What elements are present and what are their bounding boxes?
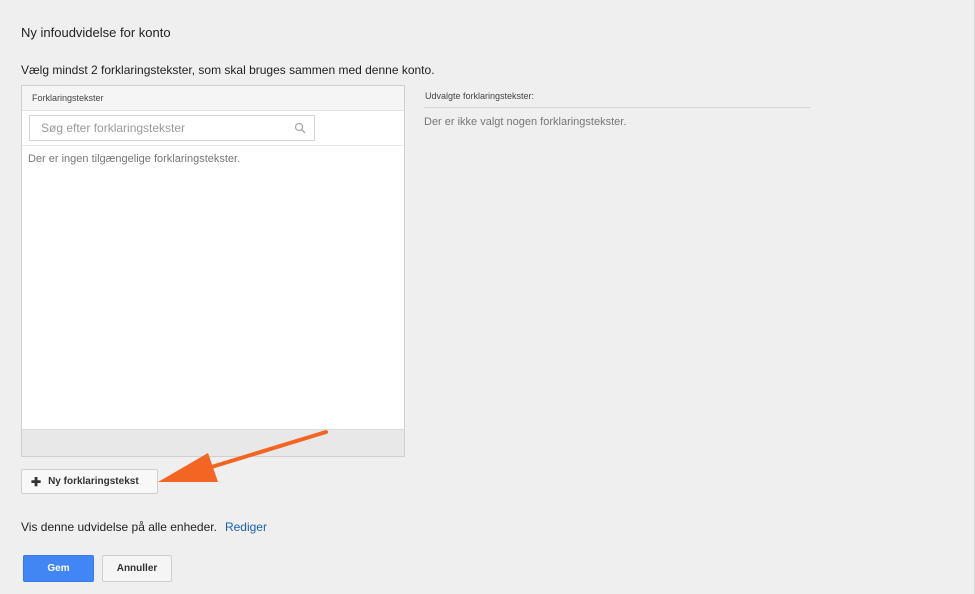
search-box[interactable] bbox=[29, 115, 315, 141]
available-texts-panel: Forklaringstekster Der er ingen tilgænge… bbox=[21, 85, 405, 457]
available-texts-header: Forklaringstekster bbox=[22, 86, 404, 111]
search-icon[interactable] bbox=[294, 122, 306, 134]
save-button[interactable]: Gem bbox=[23, 555, 94, 582]
search-divider bbox=[22, 145, 404, 146]
plus-icon: ✚ bbox=[31, 474, 42, 489]
selected-texts-header: Udvalgte forklaringstekster: bbox=[424, 85, 810, 108]
selected-texts-empty-message: Der er ikke valgt nogen forklaringstekst… bbox=[424, 116, 627, 128]
page-title: Ny infoudvidelse for konto bbox=[21, 25, 171, 40]
cancel-button[interactable]: Annuller bbox=[102, 555, 172, 582]
selected-texts-panel: Udvalgte forklaringstekster: Der er ikke… bbox=[424, 85, 810, 128]
search-input[interactable] bbox=[30, 116, 285, 140]
new-callout-button[interactable]: ✚ Ny forklaringstekst bbox=[21, 469, 158, 494]
new-callout-label: Ny forklaringstekst bbox=[48, 476, 139, 487]
instruction-text: Vælg mindst 2 forklaringstekster, som sk… bbox=[21, 63, 435, 77]
edit-devices-link[interactable]: Rediger bbox=[225, 520, 267, 534]
device-setting-text: Vis denne udvidelse på alle enheder. bbox=[21, 520, 217, 534]
available-texts-footer bbox=[22, 429, 404, 456]
available-texts-empty-message: Der er ingen tilgængelige forklaringstek… bbox=[28, 153, 241, 165]
device-setting: Vis denne udvidelse på alle enheder. Redi… bbox=[21, 520, 267, 534]
page: Ny infoudvidelse for konto Vælg mindst 2… bbox=[0, 0, 975, 594]
